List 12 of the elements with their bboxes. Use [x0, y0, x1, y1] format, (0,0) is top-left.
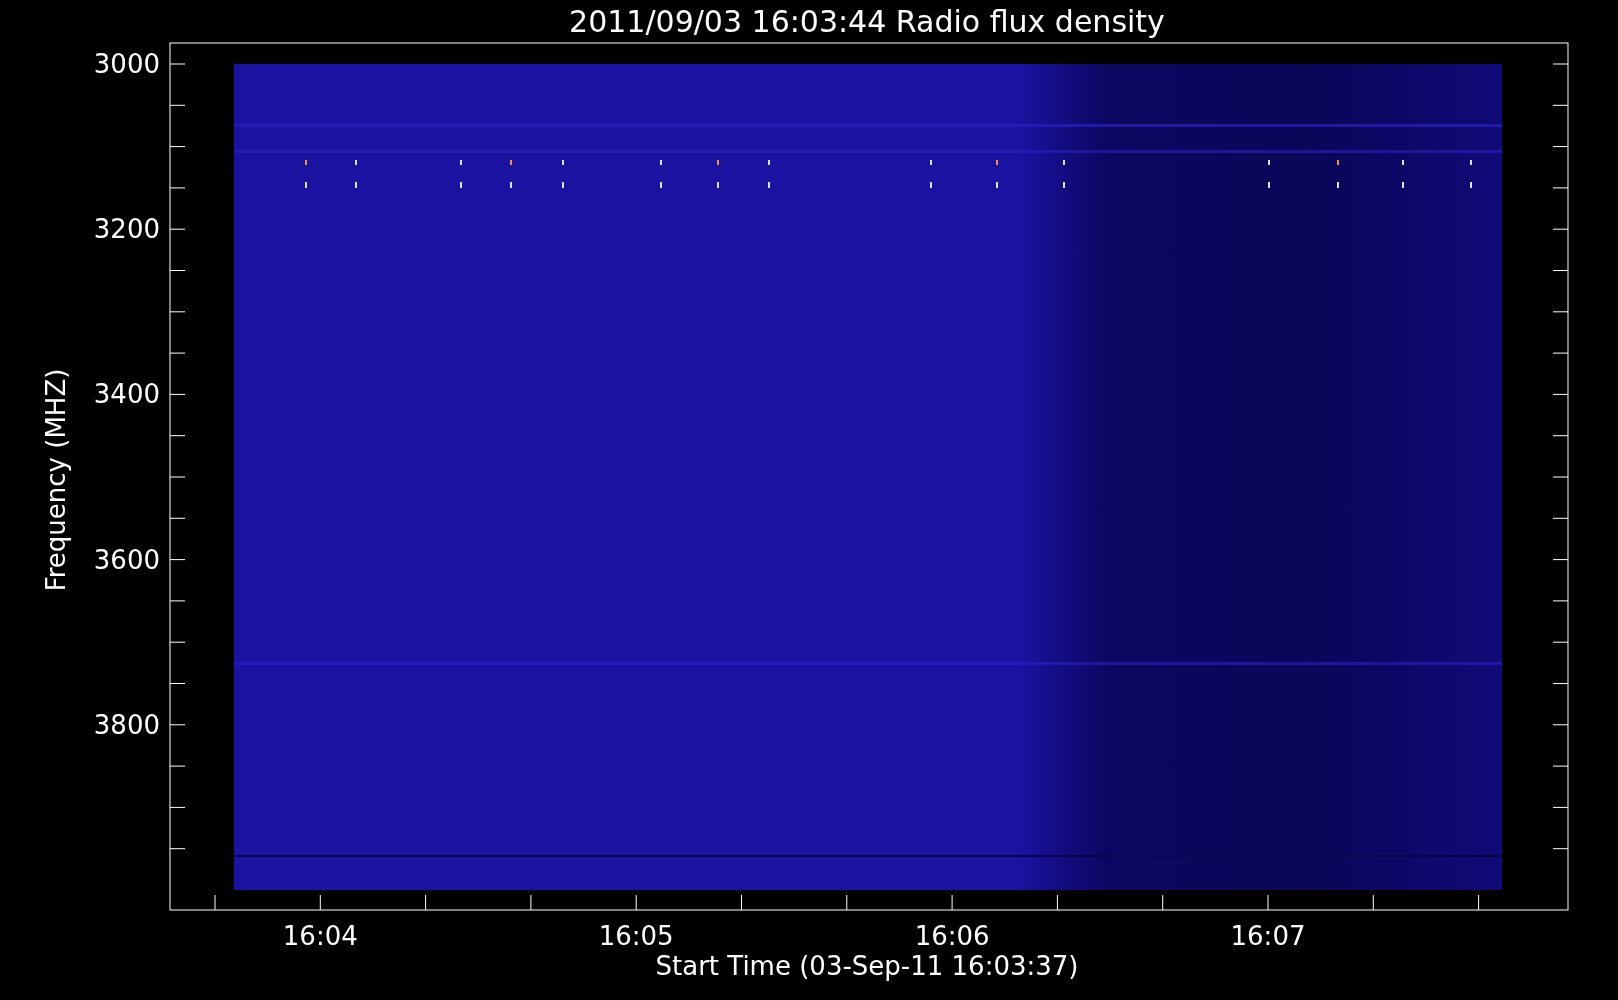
chart-title: 2011/09/03 16:03:44 Radio flux density: [569, 4, 1165, 39]
y-tick-label: 3800: [93, 709, 160, 740]
y-tick-label: 3200: [93, 214, 160, 245]
x-tick-label: 16:04: [282, 921, 358, 951]
y-tick-label: 3400: [93, 379, 160, 410]
y-tick-label: 3600: [93, 544, 160, 575]
y-axis-title: Frequency (MHZ): [41, 368, 71, 592]
x-tick-label: 16:07: [1230, 921, 1306, 951]
x-tick-label: 16:06: [914, 921, 990, 951]
x-tick-label: 16:05: [598, 921, 674, 951]
y-tick-label: 3000: [93, 49, 160, 79]
x-axis-title: Start Time (03-Sep-11 16:03:37): [655, 951, 1079, 981]
